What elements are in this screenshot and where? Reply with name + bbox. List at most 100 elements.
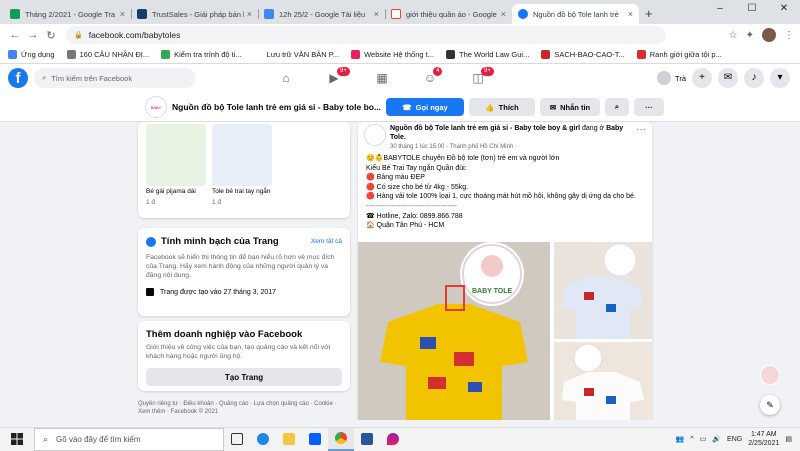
see-all-link[interactable]: Xem tất cả <box>311 238 342 245</box>
album-thumbnail[interactable] <box>212 124 272 186</box>
bookmark-label: SACH-BAO-CAO-T... <box>554 50 625 59</box>
bookmark-label: The World Law Gui... <box>459 50 530 59</box>
minimize-icon[interactable]: – <box>704 0 736 20</box>
bookmark-item[interactable]: 160 CÂU NHẬN ĐỊ... <box>66 50 149 59</box>
album-thumbnail[interactable] <box>146 124 206 186</box>
close-icon[interactable]: × <box>120 9 125 19</box>
gaming-icon[interactable]: ◫ 9+ <box>454 64 502 92</box>
windows-taskbar: ⌕ Gõ vào đây để tìm kiếm 👥 ^ ▭ 🔊 ENG 1:47… <box>0 427 800 451</box>
start-button[interactable] <box>0 428 34 451</box>
dropbox-icon[interactable] <box>302 428 328 451</box>
browser-tab[interactable]: TrustSales - Giải pháp bán h × <box>131 4 258 24</box>
post-image[interactable] <box>554 242 652 339</box>
extensions-icon[interactable]: ✦ <box>746 30 754 41</box>
facebook-search-input[interactable]: ⌕ Tìm kiếm trên Facebook <box>34 68 196 88</box>
marketplace-icon[interactable]: ▦ <box>358 64 406 92</box>
post-meta[interactable]: 30 tháng 1 lúc 15:00 · Thành phố Hồ Chí … <box>390 144 517 150</box>
facebook-logo[interactable]: f <box>8 68 28 88</box>
browser-tab-strip: Tháng 2/2021 - Google Tra × TrustSales - … <box>0 0 800 24</box>
like-button[interactable]: 👍 Thích <box>469 98 535 116</box>
word-icon[interactable] <box>354 428 380 451</box>
browser-tab[interactable]: Tháng 2/2021 - Google Tra × <box>4 4 131 24</box>
network-icon[interactable]: ▭ <box>700 435 707 443</box>
edge-icon[interactable] <box>250 428 276 451</box>
tray-arrow-icon[interactable]: ^ <box>690 436 693 443</box>
create-icon[interactable]: + <box>692 68 712 88</box>
album-caption[interactable]: Bé gái pijama dài <box>146 188 196 195</box>
notification-center-icon[interactable]: ▤ <box>785 435 792 443</box>
more-button[interactable]: ··· <box>634 98 664 116</box>
close-icon[interactable]: × <box>628 9 633 19</box>
tab-label: Tháng 2/2021 - Google Tra <box>25 9 116 19</box>
bookmark-item[interactable]: Ứng dụng <box>8 50 55 59</box>
footer-links[interactable]: Quyền riêng tư · Điều khoản · Quảng cáo … <box>138 400 350 416</box>
add-business-card: Thêm doanh nghiệp vào Facebook Giới thiệ… <box>138 321 350 391</box>
post-author-avatar[interactable] <box>364 124 386 146</box>
clock[interactable]: 1:47 AM 2/25/2021 <box>748 430 779 448</box>
home-icon[interactable]: ⌂ <box>262 64 310 92</box>
chrome-icon[interactable] <box>328 427 354 451</box>
album-caption[interactable]: Tole bé trai tay ngắn <box>212 188 271 195</box>
profile-shortcut[interactable]: Trà <box>657 71 686 85</box>
groups-icon[interactable]: ☺ 4 <box>406 64 454 92</box>
message-button[interactable]: ✉ Nhắn tin <box>540 98 600 116</box>
page-title[interactable]: Nguồn đồ bộ Tole lanh trẻ em giá sỉ - Ba… <box>172 102 381 112</box>
bookmark-item[interactable]: Website Hệ thống t... <box>351 50 434 59</box>
call-now-button[interactable]: ☎ Gọi ngay <box>386 98 464 116</box>
people-icon[interactable]: 👥 <box>676 435 685 443</box>
post-image[interactable] <box>554 342 652 420</box>
maximize-icon[interactable]: ☐ <box>736 0 768 20</box>
new-tab-button[interactable]: + <box>639 4 659 24</box>
page-header-bar: BABY TOLE Nguồn đồ bộ Tole lanh trẻ em g… <box>0 92 800 132</box>
close-icon[interactable]: × <box>374 9 379 19</box>
tab-label: 12h 25/2 - Google Tài liệu <box>279 9 366 19</box>
contact-avatar[interactable] <box>760 365 780 385</box>
image-logo-text: BABY TOLE <box>472 288 513 295</box>
page-logo[interactable]: BABY TOLE <box>145 96 167 132</box>
close-icon[interactable]: × <box>247 9 252 19</box>
taskbar-search-input[interactable]: ⌕ Gõ vào đây để tìm kiếm <box>34 427 224 451</box>
album-count: 1 đ <box>146 199 156 206</box>
like-label: Thích <box>498 102 519 112</box>
watch-icon[interactable]: ▶ 9+ <box>310 64 358 92</box>
bookmark-icon <box>636 50 646 59</box>
shirt-photo <box>554 342 652 420</box>
notification-badge: 9+ <box>337 67 350 76</box>
post-image[interactable]: BABY TOLE <box>358 242 550 420</box>
post-options-icon[interactable]: ··· <box>636 124 646 135</box>
bookmark-item[interactable]: Kiểm tra trình độ ti... <box>161 50 242 59</box>
forward-icon[interactable]: → <box>24 29 42 41</box>
reload-icon[interactable]: ↻ <box>42 29 60 42</box>
star-icon[interactable]: ☆ <box>729 30 738 41</box>
back-icon[interactable]: ← <box>6 29 24 41</box>
file-explorer-icon[interactable] <box>276 428 302 451</box>
task-view-icon[interactable] <box>224 428 250 451</box>
bookmark-item[interactable]: Ranh giới giữa tội p... <box>636 50 722 59</box>
address-bar[interactable]: 🔒 facebook.com/babytoles <box>66 26 666 44</box>
bookmark-icon <box>161 50 171 59</box>
tab-label: Nguồn đồ bộ Tole lanh trẻ <box>533 9 619 19</box>
app-icon[interactable] <box>380 428 406 451</box>
clock-date: 2/25/2021 <box>748 440 780 447</box>
page-search-button[interactable]: ⌕ <box>605 98 629 116</box>
post-images: BABY TOLE <box>358 242 652 420</box>
close-icon[interactable]: × <box>501 9 506 19</box>
menu-icon[interactable]: ⋮ <box>784 30 794 41</box>
create-page-button[interactable]: Tạo Trang <box>146 368 342 386</box>
account-menu-icon[interactable]: ▾ <box>770 68 790 88</box>
new-message-icon[interactable]: ✎ <box>760 395 780 415</box>
language-indicator[interactable]: ENG <box>727 436 742 443</box>
bookmark-item[interactable]: The World Law Gui... <box>446 50 529 59</box>
bookmark-item[interactable]: SACH-BAO-CAO-T... <box>541 50 625 59</box>
volume-icon[interactable]: 🔊 <box>712 435 721 443</box>
post-author[interactable]: Nguồn đồ bộ Tole lanh trẻ em giá sỉ - Ba… <box>390 125 580 132</box>
browser-tab[interactable]: 12h 25/2 - Google Tài liệu × <box>258 4 385 24</box>
notifications-icon[interactable]: ♪ <box>744 68 764 88</box>
messenger-icon[interactable]: ✉ <box>718 68 738 88</box>
close-window-icon[interactable]: ✕ <box>768 0 800 20</box>
browser-tab[interactable]: giới thiệu quần áo - Google × <box>385 4 512 24</box>
browser-tab-active[interactable]: Nguồn đồ bộ Tole lanh trẻ × <box>512 4 639 24</box>
bookmark-label: Website Hệ thống t... <box>364 50 434 59</box>
profile-avatar[interactable] <box>762 28 776 42</box>
bookmark-item[interactable]: Lưu trữ VĂN BẢN P... <box>253 50 339 59</box>
